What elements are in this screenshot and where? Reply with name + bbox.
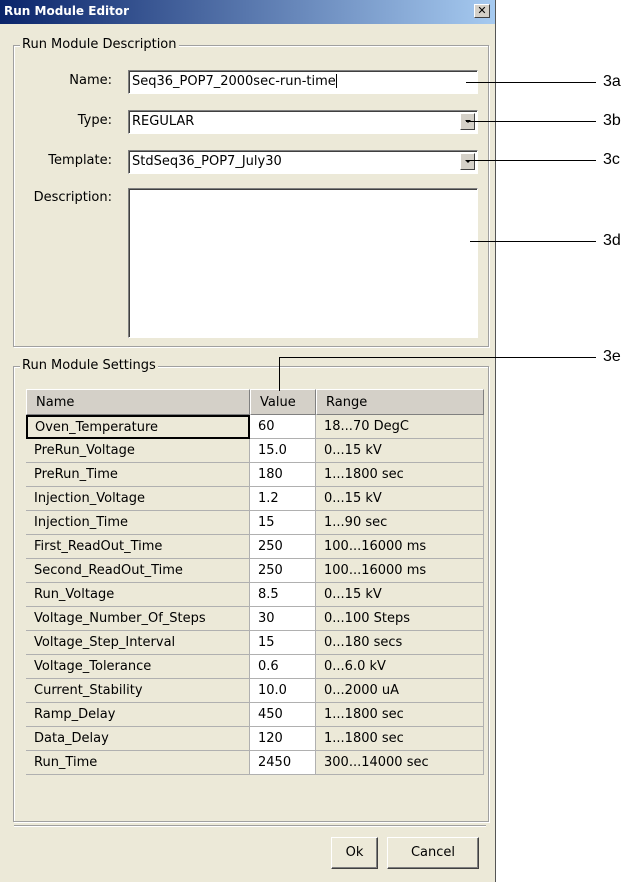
callout-label-3c: 3c xyxy=(603,151,620,168)
table-row[interactable]: Data_Delay 120 1...1800 sec xyxy=(26,727,484,751)
setting-value-cell[interactable]: 15 xyxy=(250,631,316,655)
setting-name-cell[interactable]: Voltage_Step_Interval xyxy=(26,631,250,655)
callout-line-3e-vertical xyxy=(279,357,280,391)
setting-value-cell[interactable]: 1.2 xyxy=(250,487,316,511)
setting-name-cell[interactable]: Voltage_Tolerance xyxy=(26,655,250,679)
setting-range-cell: 1...1800 sec xyxy=(316,727,484,751)
setting-range-cell: 100...16000 ms xyxy=(316,535,484,559)
setting-range-cell: 0...15 kV xyxy=(316,583,484,607)
setting-range-cell: 0...15 kV xyxy=(316,487,484,511)
setting-value-cell[interactable]: 450 xyxy=(250,703,316,727)
setting-range-cell: 0...6.0 kV xyxy=(316,655,484,679)
setting-value-cell[interactable]: 15 xyxy=(250,511,316,535)
name-label: Name: xyxy=(69,73,112,88)
setting-range-cell: 0...2000 uA xyxy=(316,679,484,703)
setting-name-cell[interactable]: PreRun_Time xyxy=(26,463,250,487)
setting-value-cell[interactable]: 60 xyxy=(250,415,316,439)
table-row[interactable]: Injection_Time 15 1...90 sec xyxy=(26,511,484,535)
setting-value-cell[interactable]: 30 xyxy=(250,607,316,631)
settings-table-header: Name Value Range xyxy=(26,389,484,415)
callout-label-3e: 3e xyxy=(603,348,621,365)
chevron-down-icon[interactable] xyxy=(460,153,475,170)
description-group-label: Run Module Description xyxy=(20,37,179,52)
table-row[interactable]: PreRun_Time 180 1...1800 sec xyxy=(26,463,484,487)
ok-button[interactable]: Ok xyxy=(331,837,378,869)
setting-range-cell: 0...100 Steps xyxy=(316,607,484,631)
table-row[interactable]: Injection_Voltage 1.2 0...15 kV xyxy=(26,487,484,511)
table-row[interactable]: Voltage_Step_Interval 15 0...180 secs xyxy=(26,631,484,655)
window-title: Run Module Editor xyxy=(4,4,130,18)
setting-name-cell[interactable]: Data_Delay xyxy=(26,727,250,751)
type-label: Type: xyxy=(77,113,112,128)
table-row[interactable]: PreRun_Voltage 15.0 0...15 kV xyxy=(26,439,484,463)
setting-name-cell[interactable]: Second_ReadOut_Time xyxy=(26,559,250,583)
template-dropdown-value: StdSeq36_POP7_July30 xyxy=(132,154,282,169)
setting-range-cell: 100...16000 ms xyxy=(316,559,484,583)
callout-label-3d: 3d xyxy=(603,232,621,249)
text-caret xyxy=(335,74,337,88)
setting-name-cell[interactable]: First_ReadOut_Time xyxy=(26,535,250,559)
title-bar[interactable]: Run Module Editor ✕ xyxy=(0,0,495,24)
callout-line-3a xyxy=(466,82,596,83)
setting-value-cell[interactable]: 180 xyxy=(250,463,316,487)
setting-name-cell[interactable]: Oven_Temperature xyxy=(26,415,250,439)
setting-name-cell[interactable]: Current_Stability xyxy=(26,679,250,703)
table-row[interactable]: Voltage_Tolerance 0.6 0...6.0 kV xyxy=(26,655,484,679)
setting-value-cell[interactable]: 8.5 xyxy=(250,583,316,607)
type-dropdown-value: REGULAR xyxy=(132,114,195,129)
template-label: Template: xyxy=(48,153,112,168)
callout-label-3b: 3b xyxy=(603,112,621,129)
setting-name-cell[interactable]: Ramp_Delay xyxy=(26,703,250,727)
setting-value-cell[interactable]: 10.0 xyxy=(250,679,316,703)
run-module-editor-dialog: Run Module Editor ✕ Run Module Descripti… xyxy=(0,0,496,882)
setting-name-cell[interactable]: Injection_Voltage xyxy=(26,487,250,511)
type-dropdown[interactable]: REGULAR xyxy=(128,110,478,134)
settings-group-label: Run Module Settings xyxy=(20,358,158,373)
name-field[interactable]: Seq36_POP7_2000sec-run-time xyxy=(128,70,478,94)
setting-name-cell[interactable]: Injection_Time xyxy=(26,511,250,535)
setting-name-cell[interactable]: Run_Voltage xyxy=(26,583,250,607)
table-row[interactable]: Ramp_Delay 450 1...1800 sec xyxy=(26,703,484,727)
setting-name-cell[interactable]: Voltage_Number_Of_Steps xyxy=(26,607,250,631)
setting-range-cell: 300...14000 sec xyxy=(316,751,484,775)
close-icon[interactable]: ✕ xyxy=(474,4,490,18)
setting-range-cell: 1...1800 sec xyxy=(316,703,484,727)
setting-name-cell[interactable]: PreRun_Voltage xyxy=(26,439,250,463)
setting-value-cell[interactable]: 0.6 xyxy=(250,655,316,679)
setting-range-cell: 18...70 DegC xyxy=(316,415,484,439)
callout-line-3b xyxy=(466,121,596,122)
setting-range-cell: 0...15 kV xyxy=(316,439,484,463)
setting-name-cell[interactable]: Run_Time xyxy=(26,751,250,775)
table-row[interactable]: Current_Stability 10.0 0...2000 uA xyxy=(26,679,484,703)
table-row[interactable]: Oven_Temperature 60 18...70 DegC xyxy=(26,415,484,439)
column-header-range[interactable]: Range xyxy=(316,389,484,415)
cancel-button[interactable]: Cancel xyxy=(387,837,479,869)
setting-value-cell[interactable]: 15.0 xyxy=(250,439,316,463)
name-field-value: Seq36_POP7_2000sec-run-time xyxy=(132,74,336,89)
table-row[interactable]: Run_Voltage 8.5 0...15 kV xyxy=(26,583,484,607)
setting-range-cell: 1...90 sec xyxy=(316,511,484,535)
table-row[interactable]: Run_Time 2450 300...14000 sec xyxy=(26,751,484,775)
setting-range-cell: 0...180 secs xyxy=(316,631,484,655)
table-row[interactable]: First_ReadOut_Time 250 100...16000 ms xyxy=(26,535,484,559)
setting-value-cell[interactable]: 2450 xyxy=(250,751,316,775)
callout-label-3a: 3a xyxy=(603,73,621,90)
table-row[interactable]: Voltage_Number_Of_Steps 30 0...100 Steps xyxy=(26,607,484,631)
template-dropdown[interactable]: StdSeq36_POP7_July30 xyxy=(128,150,478,174)
setting-value-cell[interactable]: 250 xyxy=(250,535,316,559)
setting-value-cell[interactable]: 120 xyxy=(250,727,316,751)
button-separator xyxy=(14,825,486,827)
table-row[interactable]: Second_ReadOut_Time 250 100...16000 ms xyxy=(26,559,484,583)
column-header-name[interactable]: Name xyxy=(26,389,250,415)
callout-line-3c xyxy=(466,160,596,161)
description-label: Description: xyxy=(33,190,112,205)
description-textarea[interactable] xyxy=(128,188,478,338)
setting-value-cell[interactable]: 250 xyxy=(250,559,316,583)
callout-line-3d xyxy=(470,241,596,242)
setting-range-cell: 1...1800 sec xyxy=(316,463,484,487)
callout-line-3e xyxy=(279,357,596,358)
column-header-value[interactable]: Value xyxy=(250,389,316,415)
